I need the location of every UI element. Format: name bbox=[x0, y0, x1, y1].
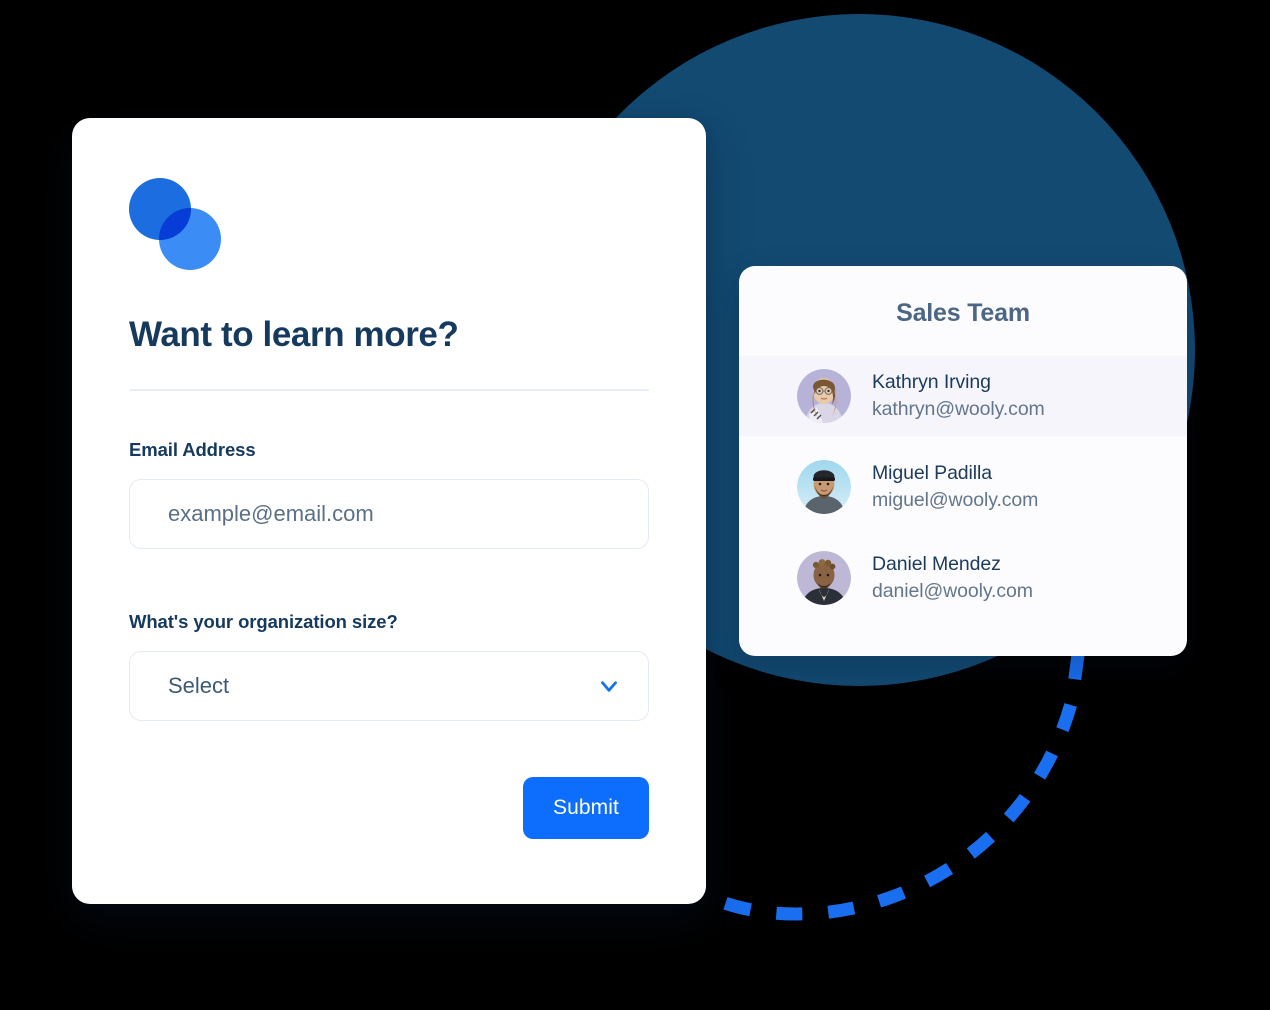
two-overlapping-circles-logo bbox=[129, 178, 221, 270]
team-member-email: miguel@wooly.com bbox=[872, 488, 1039, 511]
team-member-name: Miguel Padilla bbox=[872, 462, 992, 485]
sales-team-title: Sales Team bbox=[896, 299, 1030, 327]
sales-team-card: Sales Team Kathryn Irving kathryn@wooly.… bbox=[739, 266, 1187, 656]
team-member-name: Daniel Mendez bbox=[872, 553, 1001, 576]
team-member-name: Kathryn Irving bbox=[872, 371, 991, 394]
org-size-field-label: What's your organization size? bbox=[129, 610, 398, 632]
submit-row: Submit bbox=[129, 776, 649, 839]
team-member-info: Kathryn Irving kathryn@wooly.com bbox=[872, 369, 1045, 423]
avatar-photo-man-dreadlocks bbox=[797, 551, 851, 605]
team-member-info: Miguel Padilla miguel@wooly.com bbox=[872, 460, 1038, 514]
team-member-email: kathryn@wooly.com bbox=[872, 397, 1045, 420]
team-member-email: daniel@wooly.com bbox=[872, 579, 1033, 602]
email-field-label: Email Address bbox=[129, 438, 256, 460]
org-size-select[interactable]: Select bbox=[129, 650, 649, 721]
submit-button[interactable]: Submit bbox=[523, 776, 649, 839]
email-input[interactable] bbox=[129, 478, 649, 549]
canvas: Want to learn more? Email Address What's… bbox=[0, 0, 1270, 1010]
page-title: Want to learn more? bbox=[129, 315, 459, 354]
team-member-row[interactable]: Daniel Mendez daniel@wooly.com bbox=[739, 538, 1187, 618]
title-divider bbox=[129, 388, 649, 391]
team-member-info: Daniel Mendez daniel@wooly.com bbox=[872, 551, 1033, 605]
team-member-row[interactable]: Kathryn Irving kathryn@wooly.com bbox=[739, 356, 1187, 436]
email-field-group: Email Address bbox=[129, 439, 649, 549]
avatar-photo-woman-glasses bbox=[797, 369, 851, 423]
org-size-selected-value: Select bbox=[168, 672, 230, 698]
lead-form-card: Want to learn more? Email Address What's… bbox=[72, 118, 706, 904]
chevron-down-icon bbox=[596, 673, 622, 699]
logo-circle-light bbox=[159, 208, 221, 270]
team-member-row[interactable]: Miguel Padilla miguel@wooly.com bbox=[739, 447, 1187, 527]
avatar-photo-man-beanie bbox=[797, 460, 851, 514]
org-size-field-group: What's your organization size? Select bbox=[129, 611, 649, 721]
